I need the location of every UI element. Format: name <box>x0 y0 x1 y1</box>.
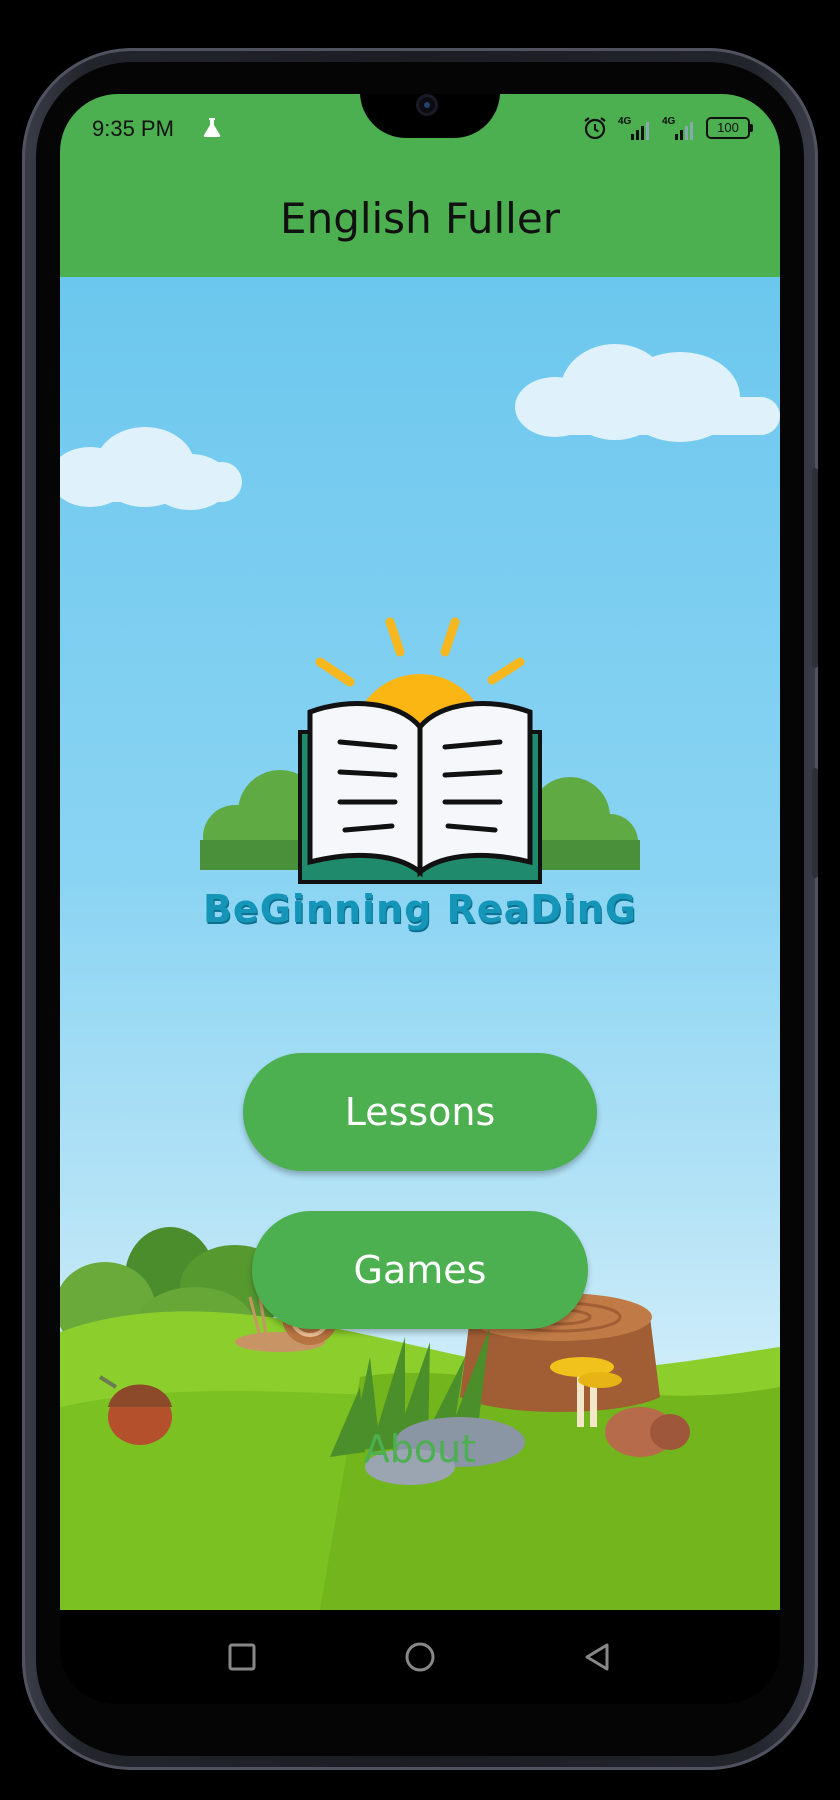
app-title: English Fuller <box>280 194 560 243</box>
volume-button <box>812 468 818 668</box>
recent-apps-icon[interactable] <box>225 1640 259 1674</box>
cloud-left <box>60 427 242 510</box>
front-camera <box>416 94 438 116</box>
signal-icon: 4G <box>618 116 652 140</box>
battery-icon: 100 <box>706 117 753 139</box>
games-button[interactable]: Games <box>252 1211 588 1329</box>
status-icons: 4G 4G 100 <box>582 115 753 141</box>
home-icon[interactable] <box>403 1640 437 1674</box>
app-bar: 9:35 PM 4G 4G 100 English Fuller <box>60 94 780 277</box>
flask-icon <box>203 118 221 137</box>
back-icon[interactable] <box>580 1640 614 1674</box>
screen: 9:35 PM 4G 4G 100 English Fuller BeGinni… <box>60 94 780 1704</box>
background-scenery <box>60 344 780 1610</box>
home-content: BeGinning ReaDinG Lessons Games About <box>60 277 780 1610</box>
status-time: 9:35 PM <box>92 116 174 141</box>
logo-text: BeGinning ReaDinG <box>202 887 638 931</box>
lessons-button[interactable]: Lessons <box>243 1053 597 1171</box>
power-button <box>812 768 818 878</box>
navigation-bar <box>60 1610 780 1704</box>
cloud-right <box>515 344 780 442</box>
signal-icon-2: 4G <box>662 116 696 140</box>
book-logo-icon <box>200 617 640 884</box>
alarm-icon <box>584 117 606 140</box>
about-link[interactable]: About <box>60 1427 780 1471</box>
